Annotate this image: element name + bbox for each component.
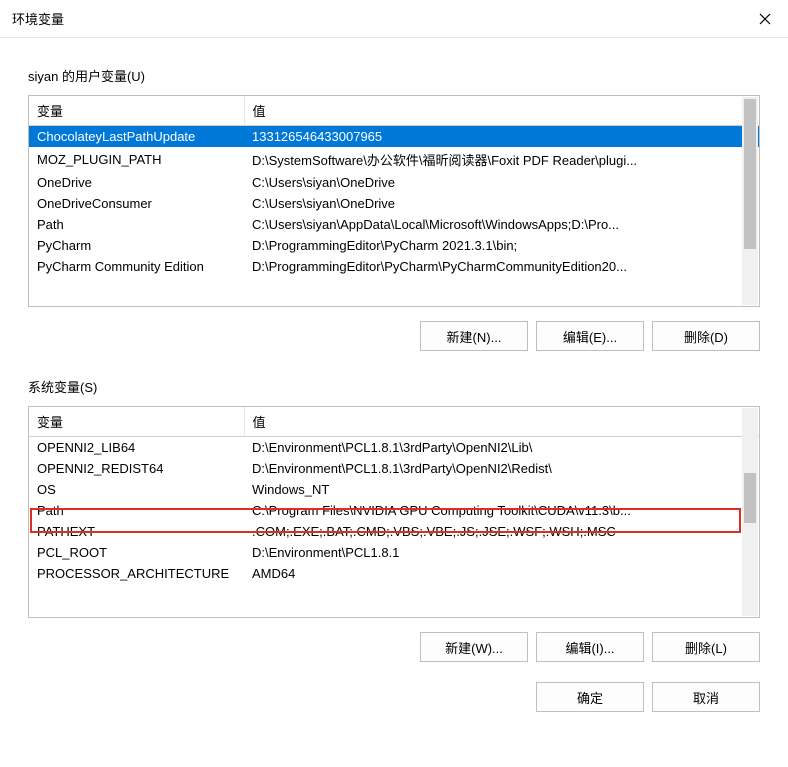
cell-variable: PCL_ROOT xyxy=(29,542,244,563)
user-vars-table[interactable]: 变量 值 ChocolateyLastPathUpdate13312654643… xyxy=(29,96,759,279)
table-row[interactable]: TEMP xyxy=(29,277,759,279)
user-vars-label: siyan 的用户变量(U) xyxy=(28,66,760,85)
table-header-row: 变量 值 xyxy=(29,96,759,126)
table-row[interactable]: OneDriveC:\Users\siyan\OneDrive xyxy=(29,172,759,193)
sys-new-button[interactable]: 新建(W)... xyxy=(420,632,528,662)
close-button[interactable] xyxy=(742,0,788,38)
ok-button[interactable]: 确定 xyxy=(536,682,644,712)
cell-value xyxy=(244,584,759,590)
cell-variable: ChocolateyLastPathUpdate xyxy=(29,126,244,148)
table-row[interactable]: PROCESSOR_ARCHITECTUREAMD64 xyxy=(29,563,759,584)
cell-value: D:\ProgrammingEditor\PyCharm\PyCharmComm… xyxy=(244,256,759,277)
dialog-actions: 确定 取消 xyxy=(0,682,788,730)
cell-variable: OPENNI2_REDIST64 xyxy=(29,458,244,479)
table-row[interactable]: PCL_ROOTD:\Environment\PCL1.8.1 xyxy=(29,542,759,563)
system-vars-label: 系统变量(S) xyxy=(28,377,760,396)
user-edit-button[interactable]: 编辑(E)... xyxy=(536,321,644,351)
cell-variable: Path xyxy=(29,500,244,521)
user-new-button[interactable]: 新建(N)... xyxy=(420,321,528,351)
close-icon xyxy=(759,13,771,25)
cell-value: C:\Users\siyan\OneDrive xyxy=(244,172,759,193)
cell-value: C:\Users\siyan\OneDrive xyxy=(244,193,759,214)
user-scroll-thumb[interactable] xyxy=(744,99,756,249)
cell-variable: OS xyxy=(29,479,244,500)
table-row[interactable]: PathC:\Program Files\NVIDIA GPU Computin… xyxy=(29,500,759,521)
cell-value: Windows_NT xyxy=(244,479,759,500)
cell-variable: OPENNI2_LIB64 xyxy=(29,437,244,459)
cell-value: .COM;.EXE;.BAT;.CMD;.VBS;.VBE;.JS;.JSE;.… xyxy=(244,521,759,542)
sys-scrollbar[interactable] xyxy=(742,408,758,616)
table-row[interactable]: PROCESSOR_IDENTIFIER xyxy=(29,584,759,590)
cell-variable: OneDrive xyxy=(29,172,244,193)
cell-value: 133126546433007965 xyxy=(244,126,759,148)
col-variable[interactable]: 变量 xyxy=(29,96,244,126)
table-row[interactable]: OSWindows_NT xyxy=(29,479,759,500)
table-row[interactable]: OPENNI2_REDIST64D:\Environment\PCL1.8.1\… xyxy=(29,458,759,479)
user-delete-button[interactable]: 删除(D) xyxy=(652,321,760,351)
sys-edit-button[interactable]: 编辑(I)... xyxy=(536,632,644,662)
table-row[interactable]: PathC:\Users\siyan\AppData\Local\Microso… xyxy=(29,214,759,235)
dialog-title: 环境变量 xyxy=(12,9,64,28)
sys-delete-button[interactable]: 删除(L) xyxy=(652,632,760,662)
cell-variable: PyCharm xyxy=(29,235,244,256)
cell-value: D:\ProgrammingEditor\PyCharm 2021.3.1\bi… xyxy=(244,235,759,256)
cell-value: C:\Program Files\NVIDIA GPU Computing To… xyxy=(244,500,759,521)
cell-value: D:\Environment\PCL1.8.1\3rdParty\OpenNI2… xyxy=(244,458,759,479)
cancel-button[interactable]: 取消 xyxy=(652,682,760,712)
table-row[interactable]: OPENNI2_LIB64D:\Environment\PCL1.8.1\3rd… xyxy=(29,437,759,459)
cell-value: D:\Environment\PCL1.8.1 xyxy=(244,542,759,563)
cell-variable: PROCESSOR_ARCHITECTURE xyxy=(29,563,244,584)
table-header-row: 变量 值 xyxy=(29,407,759,437)
title-bar: 环境变量 xyxy=(0,0,788,38)
table-row[interactable]: PATHEXT.COM;.EXE;.BAT;.CMD;.VBS;.VBE;.JS… xyxy=(29,521,759,542)
col-value[interactable]: 值 xyxy=(244,407,759,437)
table-row[interactable]: MOZ_PLUGIN_PATHD:\SystemSoftware\办公软件\福昕… xyxy=(29,147,759,172)
cell-variable: PATHEXT xyxy=(29,521,244,542)
system-buttons: 新建(W)... 编辑(I)... 删除(L) xyxy=(28,632,760,662)
cell-variable: TEMP xyxy=(29,277,244,279)
cell-value: D:\SystemSoftware\办公软件\福昕阅读器\Foxit PDF R… xyxy=(244,147,759,172)
cell-variable: PyCharm Community Edition xyxy=(29,256,244,277)
col-variable[interactable]: 变量 xyxy=(29,407,244,437)
table-row[interactable]: PyCharm Community EditionD:\ProgrammingE… xyxy=(29,256,759,277)
cell-variable: MOZ_PLUGIN_PATH xyxy=(29,147,244,172)
cell-variable: OneDriveConsumer xyxy=(29,193,244,214)
col-value[interactable]: 值 xyxy=(244,96,759,126)
system-vars-table-wrap: 变量 值 OPENNI2_LIB64D:\Environment\PCL1.8.… xyxy=(28,406,760,618)
cell-value: D:\Environment\PCL1.8.1\3rdParty\OpenNI2… xyxy=(244,437,759,459)
table-row[interactable]: ChocolateyLastPathUpdate1331265464330079… xyxy=(29,126,759,148)
cell-value xyxy=(244,277,759,279)
cell-variable: PROCESSOR_IDENTIFIER xyxy=(29,584,244,590)
table-row[interactable]: OneDriveConsumerC:\Users\siyan\OneDrive xyxy=(29,193,759,214)
cell-variable: Path xyxy=(29,214,244,235)
table-row[interactable]: PyCharmD:\ProgrammingEditor\PyCharm 2021… xyxy=(29,235,759,256)
user-buttons: 新建(N)... 编辑(E)... 删除(D) xyxy=(28,321,760,351)
cell-value: AMD64 xyxy=(244,563,759,584)
cell-value: C:\Users\siyan\AppData\Local\Microsoft\W… xyxy=(244,214,759,235)
sys-scroll-thumb[interactable] xyxy=(744,473,756,523)
user-vars-table-wrap: 变量 值 ChocolateyLastPathUpdate13312654643… xyxy=(28,95,760,307)
system-vars-table[interactable]: 变量 值 OPENNI2_LIB64D:\Environment\PCL1.8.… xyxy=(29,407,759,590)
user-scrollbar[interactable] xyxy=(742,97,758,305)
